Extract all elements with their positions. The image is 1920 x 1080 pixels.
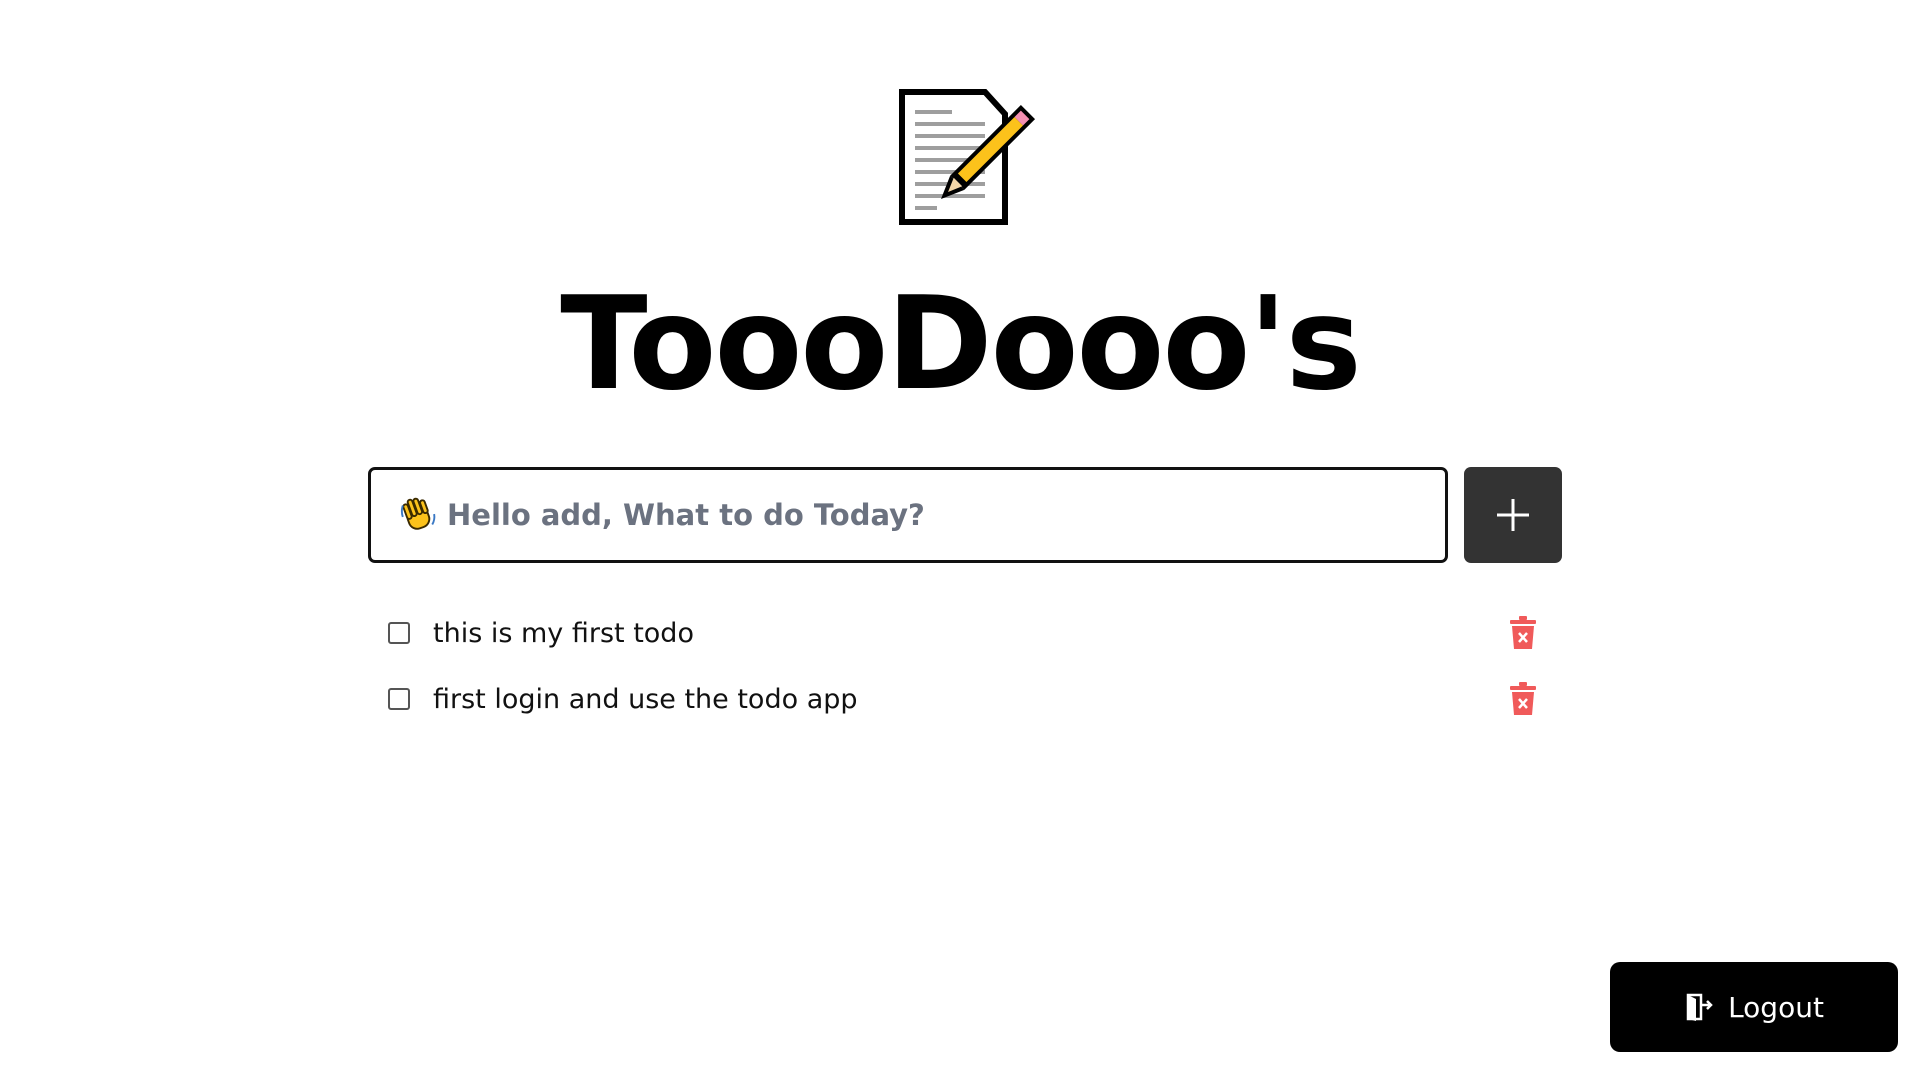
plus-icon [1497, 499, 1529, 531]
todo-input[interactable] [447, 485, 1407, 545]
delete-todo-button[interactable] [1508, 681, 1538, 717]
memo-icon [899, 89, 1036, 225]
todo-item: first login and use the todo app [368, 666, 1548, 732]
todo-checkbox[interactable] [388, 688, 410, 710]
add-todo-button[interactable] [1464, 467, 1562, 563]
logout-label: Logout [1728, 990, 1824, 1024]
waving-hand-icon [400, 497, 436, 530]
todo-item: this is my first todo [368, 600, 1548, 666]
trash-x-icon [1510, 682, 1536, 715]
trash-x-icon [1510, 616, 1536, 649]
todo-checkbox[interactable] [388, 622, 410, 644]
todo-input-box[interactable] [368, 467, 1448, 563]
logout-button[interactable]: Logout [1610, 962, 1898, 1052]
todo-text: first login and use the todo app [433, 683, 858, 715]
page-title: ToooDooo's [560, 270, 1362, 419]
todo-list: this is my first todo first login and us… [368, 600, 1548, 732]
todo-text: this is my first todo [433, 617, 694, 649]
todo-app: ToooDooo's this is my first todo [0, 0, 1920, 1080]
door-exit-icon [1686, 993, 1713, 1021]
delete-todo-button[interactable] [1508, 615, 1538, 651]
